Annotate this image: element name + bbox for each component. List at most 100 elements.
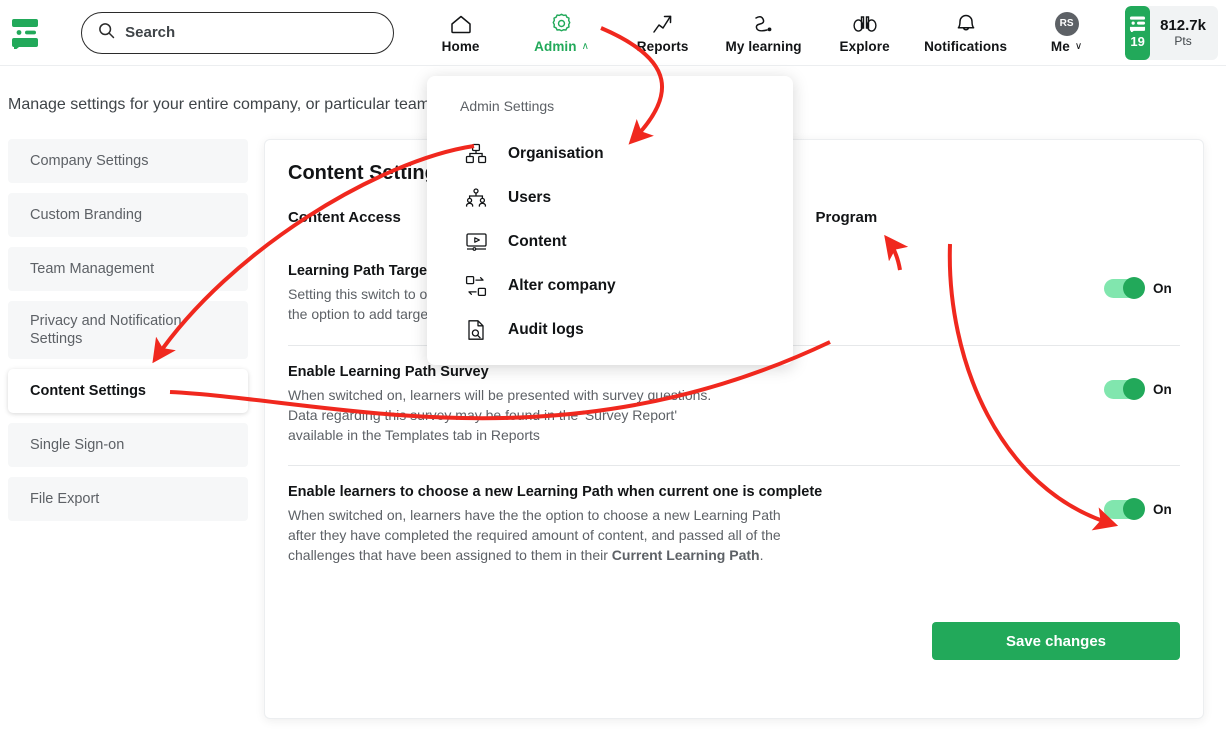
sidebar-label: Privacy and Notification Settings <box>30 312 182 347</box>
dropdown-item-label: Alter company <box>508 277 616 294</box>
level-number: 19 <box>1130 34 1145 49</box>
dropdown-item-organisation[interactable]: Organisation <box>427 132 793 176</box>
settings-sidebar: Company Settings Custom Branding Team Ma… <box>8 139 248 531</box>
chevron-up-icon: ∧ <box>581 40 590 52</box>
nav-item-home[interactable]: Home <box>410 5 511 61</box>
home-icon <box>450 12 472 36</box>
setting-toggle-group: On <box>1104 263 1180 299</box>
sidebar-item-privacy-and-notification-settings[interactable]: Privacy and Notification Settings <box>8 301 248 359</box>
desc-line-1: When switched on, learners have the the … <box>288 507 781 524</box>
dropdown-item-label: Organisation <box>508 145 604 162</box>
dropdown-item-alter-company[interactable]: Alter company <box>427 264 793 308</box>
sidebar-label: Single Sign-on <box>30 436 125 453</box>
toggle-enable-learning-path-survey[interactable] <box>1104 377 1145 400</box>
nav-label-explore: Explore <box>839 38 890 54</box>
toggle-knob <box>1123 377 1145 400</box>
setting-text: Enable Learning Path Survey When switche… <box>288 364 1104 446</box>
nav-label-my-learning: My learning <box>725 38 802 54</box>
nav-label-home: Home <box>441 38 480 54</box>
setting-text: Enable learners to choose a new Learning… <box>288 484 1104 566</box>
toggle-enable-choose-new-learning-path[interactable] <box>1104 498 1145 521</box>
nav-item-admin[interactable]: Admin ∧ <box>511 5 612 61</box>
admin-settings-dropdown: Admin Settings Organisation Users Conten… <box>427 76 793 365</box>
users-icon <box>463 187 489 209</box>
sidebar-label: Custom Branding <box>30 206 143 223</box>
page-description: Manage settings for your entire company,… <box>8 96 439 113</box>
toggle-state-label: On <box>1153 502 1172 518</box>
sidebar-label: Content Settings <box>30 382 146 399</box>
sidebar-item-company-settings[interactable]: Company Settings <box>8 139 248 183</box>
binoculars-icon <box>852 12 878 36</box>
dropdown-item-label: Content <box>508 233 567 250</box>
sidebar-item-custom-branding[interactable]: Custom Branding <box>8 193 248 237</box>
sidebar-item-file-export[interactable]: File Export <box>8 477 248 521</box>
setting-description: When switched on, learners will be prese… <box>288 386 1084 446</box>
points-widget[interactable]: 19 812.7k Pts <box>1125 5 1218 60</box>
setting-row-enable-choose-new-learning-path: Enable learners to choose a new Learning… <box>288 466 1180 586</box>
points-value: 812.7k <box>1160 17 1206 34</box>
tab-program[interactable]: Program <box>816 209 878 235</box>
nav-item-explore[interactable]: Explore <box>814 5 915 61</box>
avatar-initials: RS <box>1054 11 1079 36</box>
nav-item-notifications[interactable]: Notifications <box>915 5 1016 61</box>
points-text: 812.7k Pts <box>1150 17 1218 48</box>
toggle-learning-path-targets[interactable] <box>1104 277 1145 299</box>
toggle-state-label: On <box>1153 281 1172 296</box>
dropdown-item-audit-logs[interactable]: Audit logs <box>427 308 793 352</box>
nav-label-admin: Admin <box>534 38 577 54</box>
sidebar-label: File Export <box>30 490 100 507</box>
sidebar-label: Company Settings <box>30 152 149 169</box>
nav-items: Home Admin ∧ Reports My learning Explore… <box>410 5 1117 61</box>
org-chart-icon <box>463 143 489 165</box>
nav-item-my-learning[interactable]: My learning <box>713 5 814 61</box>
document-search-icon <box>463 319 489 341</box>
nav-label-my-reports: Reports <box>636 38 689 54</box>
dropdown-item-label: Audit logs <box>508 321 584 338</box>
app-logo[interactable] <box>0 17 49 49</box>
toggle-knob <box>1123 498 1145 521</box>
level-badge: 19 <box>1125 5 1151 60</box>
desc-line-2: Data regarding this survey may be found … <box>288 406 677 423</box>
setting-heading: Enable Learning Path Survey <box>288 363 489 380</box>
save-changes-button[interactable]: Save changes <box>932 622 1180 660</box>
toggle-state-label: On <box>1153 381 1172 397</box>
setting-heading: Enable learners to choose a new Learning… <box>288 484 823 501</box>
setting-description: When switched on, learners have the the … <box>288 506 1084 566</box>
sidebar-item-team-management[interactable]: Team Management <box>8 247 248 291</box>
gear-icon <box>550 12 573 36</box>
desc-line-3-post: . <box>759 547 764 564</box>
dropdown-title: Admin Settings <box>460 98 555 114</box>
tab-content-access[interactable]: Content Access <box>288 209 401 235</box>
nav-label-notifications: Notifications <box>924 38 1008 54</box>
bell-icon <box>956 12 976 36</box>
desc-line-3-pre: challenges that have been assigned to th… <box>288 547 612 564</box>
sidebar-item-content-settings[interactable]: Content Settings <box>8 369 248 413</box>
dropdown-item-content[interactable]: Content <box>427 220 793 264</box>
search-input[interactable]: Search <box>81 11 395 54</box>
swap-company-icon <box>463 275 489 297</box>
nav-label-me: Me <box>1050 38 1070 54</box>
desc-line-1: When switched on, learners will be prese… <box>288 386 712 403</box>
nav-item-me[interactable]: RS Me ∨ <box>1016 5 1117 61</box>
path-icon <box>752 12 776 36</box>
search-placeholder: Search <box>125 24 176 41</box>
sidebar-label: Team Management <box>30 260 155 277</box>
dropdown-item-users[interactable]: Users <box>427 176 793 220</box>
tab-label: Program <box>815 209 878 226</box>
trend-arrow-icon <box>652 12 674 36</box>
search-icon <box>98 22 115 44</box>
desc-line-2: the option to add targets <box>288 305 439 322</box>
top-navigation-bar: Search Home Admin ∧ Reports My learning … <box>0 0 1226 66</box>
points-unit: Pts <box>1174 34 1192 48</box>
dropdown-items: Organisation Users Content Alter company <box>427 132 793 352</box>
sidebar-item-single-sign-on[interactable]: Single Sign-on <box>8 423 248 467</box>
chevron-down-icon: ∨ <box>1074 40 1083 52</box>
page-title: Content Settings <box>288 162 448 184</box>
tab-label: Content Access <box>288 209 401 226</box>
dropdown-item-label: Users <box>508 189 552 206</box>
setting-toggle-group: On <box>1104 484 1180 521</box>
desc-link-current-learning-path: Current Learning Path <box>611 547 760 564</box>
app-root: Search Home Admin ∧ Reports My learning … <box>0 0 1226 746</box>
setting-toggle-group: On <box>1104 364 1180 400</box>
nav-item-reports[interactable]: Reports <box>612 5 713 61</box>
